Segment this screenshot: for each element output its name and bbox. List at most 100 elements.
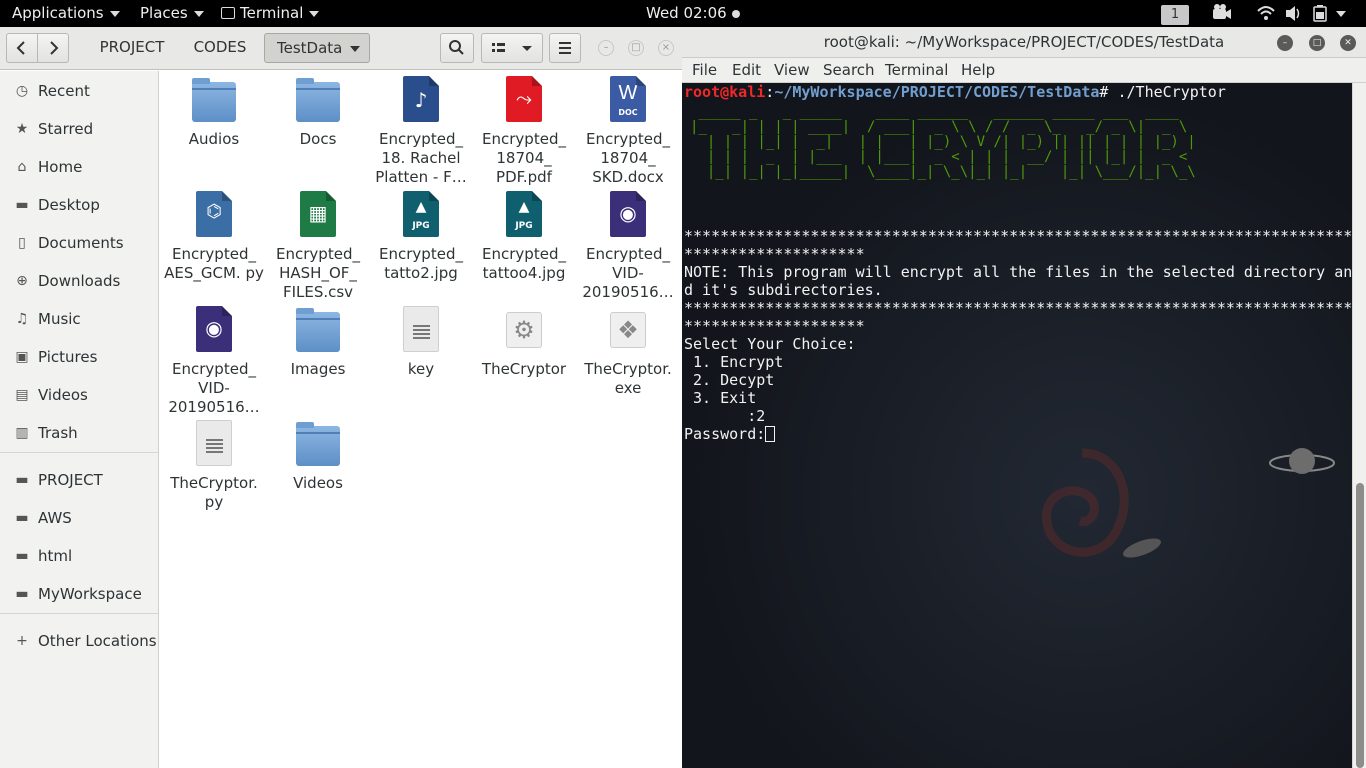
breadcrumb-project[interactable]: PROJECT: [92, 33, 172, 63]
terminal-maximize-button[interactable]: □: [1309, 35, 1325, 51]
jpg-image-icon: ▲ JPG: [397, 191, 445, 239]
list-view-icon: [492, 43, 532, 52]
file-item[interactable]: ⤳ Encrypted_ 18704_ PDF.pdf: [472, 76, 576, 187]
file-item[interactable]: ◉ Encrypted_ VID- 20190516…: [576, 191, 680, 302]
terminal-titlebar[interactable]: root@kali: ~/MyWorkspace/PROJECT/CODES/T…: [682, 27, 1366, 58]
stars-line: ********************: [684, 245, 865, 263]
forward-button[interactable]: [37, 33, 69, 63]
stars-line: ****************************************…: [684, 227, 1352, 245]
terminal-minimize-button[interactable]: –: [1277, 35, 1293, 51]
wifi-icon[interactable]: [1257, 0, 1275, 27]
places-label: Places: [140, 4, 188, 22]
file-item[interactable]: key: [369, 306, 473, 379]
sidebar-item-myworkspace[interactable]: ▬ MyWorkspace: [0, 577, 158, 611]
places-menu[interactable]: Places: [140, 0, 204, 27]
file-item[interactable]: ⚙ TheCryptor: [472, 306, 576, 379]
scrollbar-thumb[interactable]: [1356, 483, 1364, 768]
sidebar-item-home[interactable]: ⌂ Home: [0, 150, 158, 184]
back-button[interactable]: [6, 33, 38, 63]
sidebar-item-downloads[interactable]: ⊕ Downloads: [0, 264, 158, 298]
sidebar-item-trash[interactable]: ▥ Trash: [0, 416, 158, 450]
ascii-banner-line: |_| |_| |_|_____| \____|_| \_\|_| |_| |_…: [690, 164, 1196, 180]
prompt-user: root@kali: [684, 83, 766, 101]
sidebar-item-html[interactable]: ▬ html: [0, 539, 158, 573]
breadcrumb-testdata[interactable]: TestData: [264, 33, 370, 63]
terminal-menu-file[interactable]: File: [692, 58, 717, 83]
file-item[interactable]: ♪ Encrypted_ 18. Rachel Platten - F…: [369, 76, 473, 187]
choice-option: 3. Exit: [684, 389, 757, 407]
terminal-app-label: Terminal: [240, 4, 304, 22]
file-item[interactable]: Videos: [266, 420, 370, 493]
file-name: Encrypted_ VID- 20190516…: [168, 360, 260, 416]
sidebar-item-label: Other Locations: [38, 632, 157, 650]
view-options-button[interactable]: [481, 33, 543, 63]
sidebar-item-documents[interactable]: ▯ Documents: [0, 226, 158, 260]
terminal-menu-view[interactable]: View: [774, 58, 810, 83]
sidebar-item-starred[interactable]: ★ Starred: [0, 112, 158, 146]
file-name: Videos: [293, 474, 343, 492]
file-item[interactable]: TheCryptor. py: [162, 420, 266, 512]
video-camera-icon[interactable]: [1212, 0, 1232, 27]
workspace-indicator[interactable]: 1: [1161, 0, 1189, 27]
terminal-output[interactable]: root@kali:~/MyWorkspace/PROJECT/CODES/Te…: [682, 83, 1352, 768]
terminal-scrollbar[interactable]: [1352, 83, 1366, 768]
file-name: Images: [290, 360, 346, 378]
sidebar-separator: [0, 613, 158, 614]
terminal-menu-edit[interactable]: Edit: [732, 58, 761, 83]
terminal-close-button[interactable]: ✕: [1340, 35, 1356, 51]
workspace-number: 1: [1161, 5, 1189, 25]
home-icon: ⌂: [17, 159, 27, 175]
note-line: d it's subdirectories.: [684, 281, 883, 299]
sidebar-item-label: Recent: [38, 82, 90, 100]
clock[interactable]: Wed 02:06: [646, 0, 740, 27]
file-item[interactable]: ▲ JPG Encrypted_ tattoo4.jpg: [472, 191, 576, 283]
sidebar-item-aws[interactable]: ▬ AWS: [0, 501, 158, 535]
file-item[interactable]: ❖ TheCryptor. exe: [576, 306, 680, 398]
applications-menu[interactable]: Applications: [12, 0, 120, 27]
sidebar-item-videos[interactable]: ▤ Videos: [0, 378, 158, 412]
maximize-button[interactable]: □: [628, 40, 644, 56]
file-item[interactable]: W DOC Encrypted_ 18704_ SKD.docx: [576, 76, 680, 187]
close-button[interactable]: ×: [658, 40, 674, 56]
sidebar-item-recent[interactable]: ◷ Recent: [0, 74, 158, 108]
ascii-banner-line: _____ _ _ _____ ____ ______ ______ _____…: [690, 104, 1179, 120]
word-doc-icon: W DOC: [604, 76, 652, 124]
folder-icon: [190, 76, 238, 124]
sidebar-item-other-locations[interactable]: + Other Locations: [0, 624, 158, 658]
file-item[interactable]: ◉ Encrypted_ VID- 20190516…: [162, 306, 266, 417]
sidebar-item-label: Starred: [38, 120, 94, 138]
terminal-app-menu[interactable]: Terminal: [221, 0, 320, 27]
volume-icon[interactable]: [1285, 0, 1303, 27]
file-item[interactable]: Audios: [162, 76, 266, 149]
chevron-down-icon: [350, 45, 361, 52]
chevron-down-icon: [193, 10, 204, 17]
sidebar-item-project[interactable]: ▬ PROJECT: [0, 463, 158, 497]
terminal-title: root@kali: ~/MyWorkspace/PROJECT/CODES/T…: [823, 33, 1225, 51]
power-menu-icon[interactable]: [1336, 0, 1346, 27]
sidebar-item-music[interactable]: ♫ Music: [0, 302, 158, 336]
audio-file-icon: ♪: [397, 76, 445, 124]
file-item[interactable]: Images: [266, 306, 370, 379]
breadcrumb-codes[interactable]: CODES: [182, 33, 258, 63]
file-item[interactable]: ⌬ Encrypted_ AES_GCM. py: [162, 191, 266, 283]
file-item[interactable]: ▲ JPG Encrypted_ tatto2.jpg: [369, 191, 473, 283]
battery-icon[interactable]: [1312, 0, 1330, 27]
sidebar-item-label: PROJECT: [38, 471, 103, 489]
file-item[interactable]: Docs: [266, 76, 370, 149]
terminal-menu-search[interactable]: Search: [823, 58, 875, 83]
terminal-menu-terminal[interactable]: Terminal: [885, 58, 948, 83]
file-manager-header: PROJECT CODES TestData – □ ×: [0, 27, 682, 70]
minimize-button[interactable]: –: [598, 40, 614, 56]
folder-icon: ▬: [15, 548, 29, 564]
terminal-menu-help[interactable]: Help: [961, 58, 995, 83]
search-button[interactable]: [440, 33, 474, 63]
sidebar-item-pictures[interactable]: ▣ Pictures: [0, 340, 158, 374]
plus-icon: +: [16, 633, 28, 649]
menu-button[interactable]: [549, 33, 581, 63]
sidebar-item-label: Desktop: [38, 196, 100, 214]
terminal-cursor[interactable]: [765, 426, 776, 442]
sidebar-item-desktop[interactable]: ▬ Desktop: [0, 188, 158, 222]
file-item[interactable]: ▦ Encrypted_ HASH_OF_ FILES.csv: [266, 191, 370, 302]
python-file-icon: ⌬: [190, 191, 238, 239]
file-name: TheCryptor: [481, 360, 567, 378]
